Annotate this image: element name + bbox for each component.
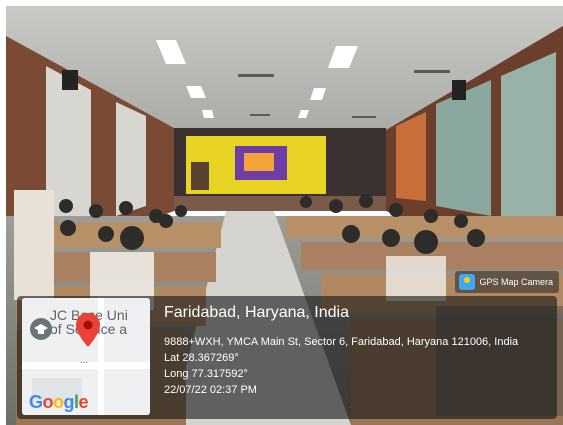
left-wall-panel-2 xyxy=(116,102,146,216)
glass-poster xyxy=(396,112,426,201)
podium xyxy=(191,162,209,190)
google-logo-letter: e xyxy=(78,392,89,412)
place-name: Faridabad, Haryana, India xyxy=(164,304,349,321)
gps-badge-label: GPS Map Camera xyxy=(479,277,553,287)
glass-panel xyxy=(436,80,491,216)
gps-map-camera-badge: GPS Map Camera xyxy=(455,271,559,293)
screen-slide xyxy=(244,153,274,171)
gps-map-camera-icon xyxy=(459,274,476,290)
map-thumbnail[interactable]: JC Bose Uni of Science a ... Google xyxy=(22,298,150,415)
speaker-left xyxy=(62,70,78,90)
google-logo-letter: o xyxy=(53,392,64,412)
google-logo: Google xyxy=(29,392,89,413)
education-pin-icon xyxy=(30,318,52,340)
google-logo-letter: o xyxy=(42,392,54,412)
stage xyxy=(174,196,386,211)
location-info: Faridabad, Haryana, India 9888+WXH, YMCA… xyxy=(164,302,554,398)
geotag-overlay: JC Bose Uni of Science a ... Google Fari… xyxy=(17,296,557,419)
google-logo-letter: g xyxy=(63,392,75,412)
speaker-right xyxy=(452,80,466,100)
address-text: 9888+WXH, YMCA Main St, Sector 6, Farida… xyxy=(164,336,519,348)
glass-panel-2 xyxy=(501,52,556,226)
datetime-text: 22/07/22 02:37 PM xyxy=(164,384,257,396)
google-logo-letter: G xyxy=(29,392,43,412)
longitude-text: Long 77.317592° xyxy=(164,368,248,380)
location-pin-icon xyxy=(75,312,101,348)
latitude-text: Lat 28.367269° xyxy=(164,352,239,364)
map-ellipsis: ... xyxy=(80,355,89,366)
